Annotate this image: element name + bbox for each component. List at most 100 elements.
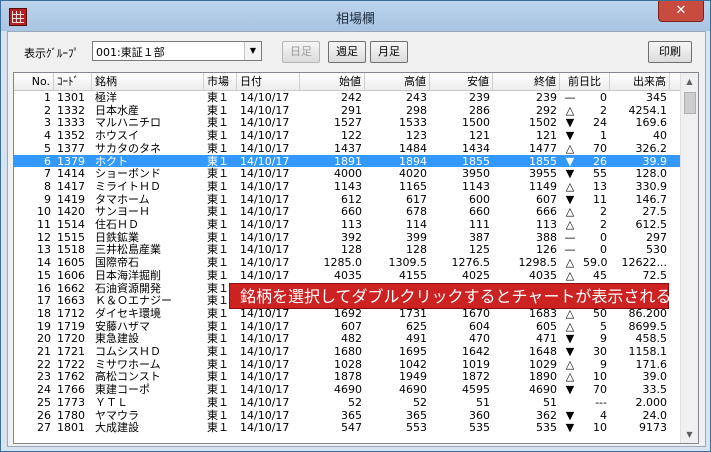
table-cell: 1042 xyxy=(399,357,427,371)
table-cell: 14/10/17 xyxy=(240,141,290,155)
toolbar: 表示ｸﾞﾙｰﾌﾟ 001:東証１部 ▼ 日足 週足 月足 印刷 xyxy=(8,32,705,74)
table-cell: 9 xyxy=(44,192,51,206)
table-row[interactable]: 14 1605 国際帝石 東１ 14/10/17 1285.0 1309.5 1276.5 12… xyxy=(14,256,680,269)
table-row[interactable]: 3 1333 マルハニチロ 東１ 14/10/17 1527 1533 1500 1502 ▼ 24… xyxy=(14,116,680,129)
print-button[interactable]: 印刷 xyxy=(648,41,692,63)
table-cell: 399 xyxy=(406,230,427,244)
table-cell: ▼ xyxy=(565,116,575,130)
table-cell: 14/10/17 xyxy=(240,243,290,257)
table-cell: 1719 xyxy=(57,319,85,333)
table-cell: 東１ xyxy=(207,103,229,117)
column-header[interactable]: 始値 xyxy=(300,73,365,90)
table-row[interactable]: 26 1780 ヤマウラ 東１ 14/10/17 365 365 360 362 ▼ 4 24.0 xyxy=(14,409,680,422)
table-cell: 1515 xyxy=(57,230,85,244)
table-cell: 169.6 xyxy=(635,116,668,130)
column-header[interactable]: 高値 xyxy=(365,73,430,90)
table-cell: 14/10/17 xyxy=(240,408,290,422)
table-row[interactable]: 5 1377 サカタのタネ 東１ 14/10/17 1437 1484 1434 1477 △ 70… xyxy=(14,142,680,155)
table-cell: 122 xyxy=(341,129,362,143)
table-cell: 東１ xyxy=(207,383,229,397)
scroll-thumb[interactable] xyxy=(684,92,696,114)
table-cell: 14/10/17 xyxy=(240,421,290,435)
daily-button[interactable]: 日足 xyxy=(282,41,320,63)
table-row[interactable]: 4 1352 ホウスイ 東１ 14/10/17 122 123 121 121 ▼ 1 40 xyxy=(14,129,680,142)
table-row[interactable]: 12 1515 日鉄鉱業 東１ 14/10/17 392 399 387 388 — 0 297 xyxy=(14,231,680,244)
table-cell: 3955 xyxy=(529,167,557,181)
table-cell: △ xyxy=(565,256,575,270)
table-cell: 1878 xyxy=(334,370,362,384)
table-row[interactable]: 10 1420 サンヨーＨ 東１ 14/10/17 660 678 660 666 △ 2 27.5 xyxy=(14,205,680,218)
table-cell: 東建コーポ xyxy=(95,383,150,397)
table-cell: 1149 xyxy=(529,179,557,193)
table-row[interactable]: 9 1419 タマホーム 東１ 14/10/17 612 617 600 607 ▼ 11 146.7 xyxy=(14,193,680,206)
table-row[interactable]: 15 1606 日本海洋掘削 東１ 14/10/17 4035 4155 4025 4035 △ 4… xyxy=(14,269,680,282)
column-header[interactable]: 終値 xyxy=(493,73,560,90)
table-row[interactable]: 1 1301 極洋 東１ 14/10/17 242 243 239 239 — 0 345 xyxy=(14,91,680,104)
table-cell: 13 xyxy=(593,179,607,193)
table-row[interactable]: 20 1720 東急建設 東１ 14/10/17 482 491 470 471 ▼ 9 458.5 xyxy=(14,332,680,345)
column-header[interactable]: 安値 xyxy=(430,73,493,90)
table-cell: サンヨーＨ xyxy=(95,205,150,219)
table-cell: △ xyxy=(565,218,575,231)
table-cell: 3950 xyxy=(462,167,490,181)
table-row[interactable]: 13 1518 三井松島産業 東１ 14/10/17 128 128 125 126 — 0 530 xyxy=(14,243,680,256)
chevron-down-icon[interactable]: ▼ xyxy=(244,42,261,60)
weekly-button[interactable]: 週足 xyxy=(328,41,366,63)
table-row[interactable]: 19 1719 安藤ハザマ 東１ 14/10/17 607 625 604 605 △ 5 8699.… xyxy=(14,320,680,333)
table-row-selected[interactable]: 6 1379 ホクト 東１ 14/10/17 1891 1894 1855 1855 ▼ 26 39.… xyxy=(14,154,680,168)
table-cell: 535 xyxy=(536,421,557,435)
table-cell: 239 xyxy=(469,91,490,104)
table-cell: ▼ xyxy=(565,332,575,346)
table-cell: 16 xyxy=(37,281,51,295)
table-cell: 482 xyxy=(341,332,362,346)
table-cell: 1533 xyxy=(399,116,427,130)
table-row[interactable]: 23 1762 高松コンスト 東１ 14/10/17 1878 1949 1872 1890 △ 1… xyxy=(14,370,680,383)
scroll-up-icon[interactable]: ▲ xyxy=(681,73,698,90)
table-row[interactable]: 21 1721 コムシスＨＤ 東１ 14/10/17 1680 1695 1642 1648 ▼ 3… xyxy=(14,345,680,358)
table-cell: ミサワホーム xyxy=(95,357,161,371)
table-cell: 東１ xyxy=(207,395,229,409)
table-cell: 612 xyxy=(341,192,362,206)
quote-table[interactable]: No. ｺｰﾄﾞ 銘柄 市場 日付 始値 高値 安値 終値 前日比 出来高 1 1301 極洋 東１ 14/… xyxy=(13,72,699,444)
table-cell: 21 xyxy=(37,345,51,358)
table-cell: 日本水産 xyxy=(95,103,139,117)
table-cell: 33.5 xyxy=(642,383,668,397)
column-header[interactable]: No. xyxy=(14,73,54,90)
table-cell: 日本海洋掘削 xyxy=(95,268,161,282)
column-header[interactable]: 日付 xyxy=(237,73,300,90)
table-row[interactable]: 24 1766 東建コーポ 東１ 14/10/17 4690 4690 4595 4690 ▼ 70… xyxy=(14,383,680,396)
group-select[interactable]: 001:東証１部 ▼ xyxy=(92,41,262,61)
table-cell: 14/10/17 xyxy=(240,91,290,104)
close-button[interactable]: ✕ xyxy=(658,1,704,22)
table-row[interactable]: 8 1417 ミライトＨＤ 東１ 14/10/17 1143 1165 1143 1149 △ 13… xyxy=(14,180,680,193)
table-cell: 9173 xyxy=(639,421,667,435)
table-cell: 1352 xyxy=(57,129,85,143)
title-bar[interactable]: 相場欄 ✕ xyxy=(1,1,710,31)
table-cell: 東１ xyxy=(207,357,229,371)
table-row[interactable]: 25 1773 ＹＴＬ 東１ 14/10/17 52 52 51 51 --- 2.000 xyxy=(14,396,680,409)
column-header[interactable]: 前日比 xyxy=(560,73,610,90)
column-header[interactable]: 出来高 xyxy=(610,73,670,90)
table-cell: 0 xyxy=(600,91,607,104)
table-cell: 128 xyxy=(406,243,427,257)
table-cell: 2.000 xyxy=(635,395,668,409)
table-row[interactable]: 11 1514 住石ＨＤ 東１ 14/10/17 113 114 111 113 △ 2 612.5 xyxy=(14,218,680,231)
table-row[interactable]: 2 1332 日本水産 東１ 14/10/17 291 298 286 292 △ 2 4254.1 xyxy=(14,104,680,117)
monthly-button[interactable]: 月足 xyxy=(370,41,408,63)
column-header[interactable]: 市場 xyxy=(204,73,237,90)
table-cell: 東１ xyxy=(207,218,229,231)
vertical-scrollbar[interactable]: ▲ ▼ xyxy=(680,73,698,443)
table-cell: 286 xyxy=(469,103,490,117)
column-header[interactable]: ｺｰﾄﾞ xyxy=(54,73,92,90)
table-cell: 15 xyxy=(37,268,51,282)
table-row[interactable]: 27 1801 大成建設 東１ 14/10/17 547 553 535 535 ▼ 10 9173 xyxy=(14,421,680,434)
table-cell: 4155 xyxy=(399,268,427,282)
table-row[interactable]: 7 1414 ショーボンド 東１ 14/10/17 4000 4020 3950 3955 ▼ 55… xyxy=(14,167,680,180)
column-header[interactable]: 銘柄 xyxy=(92,73,204,90)
table-cell: 10 xyxy=(37,205,51,219)
table-row[interactable]: 22 1722 ミサワホーム 東１ 14/10/17 1028 1042 1019 1029 △ 9… xyxy=(14,358,680,371)
table-cell: 3 xyxy=(44,116,51,130)
table-cell: 4690 xyxy=(399,383,427,397)
table-cell: 14/10/17 xyxy=(240,167,290,181)
scroll-down-icon[interactable]: ▼ xyxy=(681,426,698,443)
